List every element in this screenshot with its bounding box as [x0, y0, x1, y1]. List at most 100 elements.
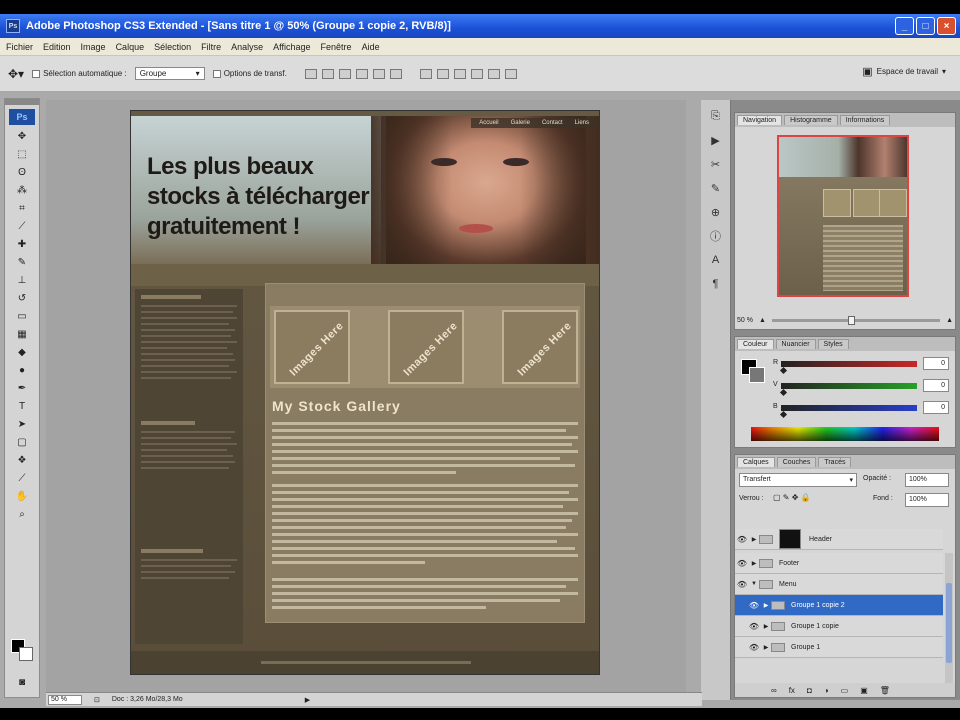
menu-edition[interactable]: Edition: [43, 42, 71, 52]
tab-styles[interactable]: Styles: [817, 339, 849, 349]
tab-color[interactable]: Couleur: [737, 339, 774, 349]
maximize-button[interactable]: □: [916, 17, 935, 35]
green-value-field[interactable]: 0: [923, 379, 949, 392]
color-spectrum[interactable]: [751, 427, 939, 441]
align-center-icon[interactable]: [372, 68, 385, 79]
tab-navigation[interactable]: Navigation: [737, 115, 783, 125]
menu-fichier[interactable]: Fichier: [6, 42, 33, 52]
layer-row-header[interactable]: 👁 ▶ Header: [735, 529, 943, 550]
menu-selection[interactable]: Sélection: [154, 42, 191, 52]
blend-mode-dropdown[interactable]: Transfert ▾: [739, 473, 857, 487]
menu-affichage[interactable]: Affichage: [273, 42, 310, 52]
expand-triangle-icon[interactable]: ▶: [761, 644, 771, 651]
shape-tool-icon[interactable]: ▢: [13, 435, 31, 449]
eraser-tool-icon[interactable]: ▭: [13, 309, 31, 323]
layer-style-icon[interactable]: fx: [789, 686, 795, 695]
tab-info[interactable]: Informations: [839, 115, 891, 125]
type-tool-icon[interactable]: T: [13, 399, 31, 413]
eye-icon[interactable]: 👁: [735, 580, 749, 589]
quick-mask-icon[interactable]: ◙: [13, 675, 31, 689]
layer-row-groupe1-copie[interactable]: 👁 ▶ Groupe 1 copie: [735, 616, 943, 637]
navigator-zoom-value[interactable]: 50 %: [737, 317, 753, 324]
move-tool-icon[interactable]: ✥▾: [8, 67, 24, 81]
menu-filtre[interactable]: Filtre: [201, 42, 221, 52]
zoom-out-icon[interactable]: ▲: [759, 317, 766, 324]
auto-select-checkbox[interactable]: [32, 69, 41, 78]
blue-slider[interactable]: [779, 405, 917, 419]
adjustment-layer-icon[interactable]: ◑: [824, 686, 829, 695]
crop-tool-icon[interactable]: ⌗: [13, 201, 31, 215]
tab-channels[interactable]: Couches: [776, 457, 817, 467]
navigator-preview[interactable]: [777, 135, 909, 297]
blue-value-field[interactable]: 0: [923, 401, 949, 414]
clone-stamp-tool-icon[interactable]: ⊥: [13, 273, 31, 287]
align-middle-icon[interactable]: [321, 68, 334, 79]
transform-option[interactable]: Options de transf.: [212, 69, 287, 78]
expand-triangle-icon[interactable]: ▶: [761, 623, 771, 630]
layers-scrollbar[interactable]: [945, 553, 953, 683]
distribute-top-icon[interactable]: [419, 68, 432, 79]
move-tool-icon[interactable]: ✥: [13, 129, 31, 143]
character-icon[interactable]: A: [707, 252, 725, 268]
tab-swatches[interactable]: Nuancier: [775, 339, 816, 349]
expand-triangle-icon[interactable]: ▶: [749, 536, 759, 543]
bridge-icon[interactable]: ▣: [862, 65, 872, 78]
align-top-icon[interactable]: [304, 68, 317, 79]
status-arrow-icon[interactable]: ▶: [305, 696, 310, 704]
layer-row-menu[interactable]: 👁 ▼ Menu: [735, 574, 943, 595]
marquee-tool-icon[interactable]: ⬚: [13, 147, 31, 161]
menu-analyse[interactable]: Analyse: [231, 42, 263, 52]
eye-icon[interactable]: 👁: [747, 601, 761, 610]
menu-image[interactable]: Image: [81, 42, 106, 52]
lock-icons[interactable]: ▢ ✎ ✥ 🔒: [773, 493, 811, 502]
auto-select-option[interactable]: Sélection automatique :: [32, 69, 127, 78]
red-slider[interactable]: [779, 361, 917, 375]
menu-fenetre[interactable]: Fenêtre: [321, 42, 352, 52]
magic-wand-tool-icon[interactable]: ⁂: [13, 183, 31, 197]
brushes-icon[interactable]: ✎: [707, 180, 725, 196]
status-info-icon[interactable]: ⊡: [94, 696, 100, 704]
eye-icon[interactable]: 👁: [747, 622, 761, 631]
eyedropper-tool-icon[interactable]: ⟋: [13, 471, 31, 485]
distribute-left-icon[interactable]: [470, 68, 483, 79]
layer-row-footer[interactable]: 👁 ▶ Footer: [735, 553, 943, 574]
tool-presets-icon[interactable]: ✂: [707, 156, 725, 172]
path-selection-tool-icon[interactable]: ➤: [13, 417, 31, 431]
zoom-slider[interactable]: [771, 315, 941, 325]
close-button[interactable]: ×: [937, 17, 956, 35]
new-group-icon[interactable]: ▭: [841, 686, 849, 695]
menu-aide[interactable]: Aide: [362, 42, 380, 52]
zoom-tool-icon[interactable]: ⌕: [13, 507, 31, 521]
zoom-in-icon[interactable]: ▲: [946, 317, 953, 324]
green-slider[interactable]: [779, 383, 917, 397]
distribute-right-icon[interactable]: [504, 68, 517, 79]
pen-tool-icon[interactable]: ✒: [13, 381, 31, 395]
new-layer-icon[interactable]: ▣: [860, 686, 868, 695]
align-bottom-icon[interactable]: [338, 68, 351, 79]
gradient-tool-icon[interactable]: ▦: [13, 327, 31, 341]
actions-icon[interactable]: ▶: [707, 132, 725, 148]
collapse-triangle-icon[interactable]: ▼: [749, 581, 759, 587]
distribute-bottom-icon[interactable]: [453, 68, 466, 79]
minimize-button[interactable]: _: [895, 17, 914, 35]
layer-row-groupe1[interactable]: 👁 ▶ Groupe 1: [735, 637, 943, 658]
paragraph-icon[interactable]: ¶: [707, 276, 725, 292]
background-color-swatch[interactable]: [19, 647, 33, 661]
workspace-button[interactable]: ▣ Espace de travail ▾: [862, 65, 946, 78]
tab-histogram[interactable]: Histogramme: [784, 115, 838, 125]
transform-checkbox[interactable]: [212, 69, 221, 78]
document-canvas[interactable]: Accueil Galerie Contact Liens Les plus b…: [130, 110, 600, 675]
expand-triangle-icon[interactable]: ▶: [749, 560, 759, 567]
red-value-field[interactable]: 0: [923, 357, 949, 370]
clone-source-icon[interactable]: ⊕: [707, 204, 725, 220]
tab-layers[interactable]: Calques: [737, 457, 775, 467]
ps-app-icon[interactable]: Ps: [6, 19, 20, 33]
eye-icon[interactable]: 👁: [735, 559, 749, 568]
healing-brush-tool-icon[interactable]: ✚: [13, 237, 31, 251]
history-icon[interactable]: ⎘: [707, 108, 725, 124]
link-layers-icon[interactable]: ∞: [771, 686, 777, 695]
expand-triangle-icon[interactable]: ▶: [761, 602, 771, 609]
blur-tool-icon[interactable]: ◆: [13, 345, 31, 359]
scrollbar-thumb[interactable]: [946, 583, 952, 663]
zoom-slider-handle[interactable]: [847, 315, 855, 325]
